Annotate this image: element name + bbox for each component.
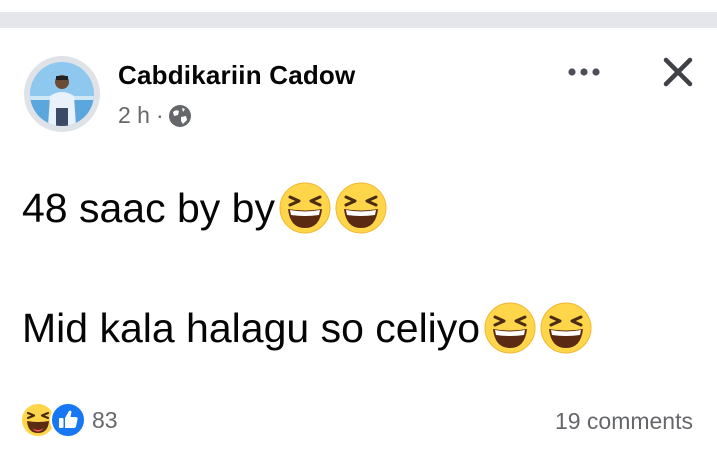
globe-icon	[168, 104, 192, 128]
grinning-squinting-emoji	[484, 302, 536, 354]
post-text: Mid kala halagu so celiyo	[22, 304, 481, 351]
like-reaction-icon	[50, 402, 86, 438]
reactions-summary[interactable]: 83	[20, 402, 118, 438]
post-timestamp[interactable]: 2 h	[118, 102, 150, 129]
post-text-line-2: Mid kala halagu so celiyo	[22, 302, 592, 354]
avatar-photo	[30, 62, 94, 126]
grinning-squinting-emoji	[279, 182, 331, 234]
more-options-icon[interactable]	[562, 64, 606, 80]
post-text-line-1: 48 saac by by	[22, 182, 387, 234]
post-text: 48 saac by by	[22, 184, 275, 231]
top-divider-bar	[0, 12, 717, 28]
grinning-squinting-emoji	[540, 302, 592, 354]
author-name[interactable]: Cabdikariin Cadow	[118, 60, 355, 91]
avatar[interactable]	[24, 56, 100, 132]
post-card: Cabdikariin Cadow 2 h · 48 saac by by Mi…	[0, 28, 717, 455]
close-icon[interactable]	[658, 52, 698, 92]
post-meta: 2 h ·	[118, 102, 192, 129]
reaction-count: 83	[92, 406, 118, 433]
meta-separator: ·	[155, 102, 164, 128]
grinning-squinting-emoji	[335, 182, 387, 234]
comments-count-link[interactable]: 19 comments	[555, 408, 693, 435]
